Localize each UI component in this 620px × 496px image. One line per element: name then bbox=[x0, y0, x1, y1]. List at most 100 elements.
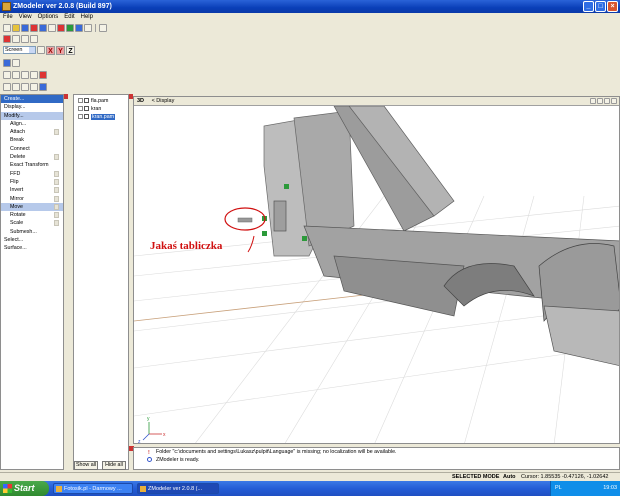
command-item[interactable]: Create... bbox=[1, 95, 63, 104]
close-button[interactable]: × bbox=[607, 1, 618, 12]
move-tool-icon[interactable] bbox=[12, 35, 20, 43]
task-zmodeler[interactable]: ZModeler ver 2.0.8 (... bbox=[137, 483, 219, 494]
select-polygon-icon[interactable] bbox=[12, 71, 20, 79]
command-item[interactable]: Surface... bbox=[1, 244, 63, 252]
expand-icon[interactable] bbox=[78, 106, 83, 112]
command-item[interactable]: Connect bbox=[1, 145, 63, 153]
rotate-tool-icon[interactable] bbox=[21, 35, 29, 43]
console-message: ZModeler is ready. bbox=[156, 457, 200, 463]
submenu-arrow-icon[interactable] bbox=[54, 178, 59, 185]
command-item[interactable]: Scale bbox=[1, 219, 63, 227]
task-label: Fotosik.pl - Darmowy ... bbox=[64, 486, 122, 492]
command-item[interactable]: Invert bbox=[1, 186, 63, 194]
select-tool-icon[interactable] bbox=[3, 35, 11, 43]
axis-z-toggle[interactable]: Z bbox=[66, 45, 75, 55]
link-icon[interactable] bbox=[30, 83, 38, 91]
transform-mode-icon[interactable] bbox=[39, 83, 47, 91]
axis-x-toggle[interactable]: X bbox=[46, 45, 55, 55]
shading-dropdown-icon[interactable] bbox=[12, 59, 20, 67]
language-indicator[interactable]: PL bbox=[555, 481, 562, 496]
expand-icon[interactable] bbox=[78, 114, 83, 120]
maximize-viewport-icon[interactable] bbox=[611, 98, 617, 104]
viewport-mode[interactable]: < Display bbox=[146, 98, 175, 104]
command-item[interactable]: Break bbox=[1, 136, 63, 144]
system-tray: PL 19:03 bbox=[550, 481, 620, 496]
command-item[interactable]: Modify... bbox=[1, 111, 63, 120]
submenu-arrow-icon[interactable] bbox=[54, 220, 59, 227]
command-item[interactable]: FFD bbox=[1, 170, 63, 178]
expand-icon[interactable] bbox=[78, 98, 83, 104]
menu-file[interactable]: File bbox=[3, 13, 13, 22]
command-item[interactable]: Delete bbox=[1, 153, 63, 161]
submenu-arrow-icon[interactable] bbox=[54, 212, 59, 219]
maximize-button[interactable]: □ bbox=[595, 1, 606, 12]
material-icon[interactable] bbox=[66, 24, 74, 32]
pivot-icon[interactable] bbox=[12, 83, 20, 91]
annotation-text: Jakaś tabliczka bbox=[150, 240, 223, 252]
command-item[interactable]: Align... bbox=[1, 120, 63, 128]
record-icon[interactable] bbox=[57, 24, 65, 32]
submenu-arrow-icon[interactable] bbox=[54, 187, 59, 194]
texture-icon[interactable] bbox=[75, 24, 83, 32]
export-icon[interactable] bbox=[48, 24, 56, 32]
snap-toolbar bbox=[0, 82, 47, 92]
task-fotosik[interactable]: Fotosik.pl - Darmowy ... bbox=[53, 483, 133, 494]
clock[interactable]: 19:03 bbox=[603, 485, 617, 491]
undo-icon[interactable] bbox=[99, 24, 107, 32]
pan-icon[interactable] bbox=[604, 98, 610, 104]
lock-icon[interactable] bbox=[21, 83, 29, 91]
command-item[interactable]: Attach bbox=[1, 128, 63, 136]
select-vertex-icon[interactable] bbox=[3, 71, 11, 79]
zoom-extents-icon[interactable] bbox=[597, 98, 603, 104]
scale-tool-icon[interactable] bbox=[30, 35, 38, 43]
command-label: Attach bbox=[10, 129, 26, 136]
axis-y-toggle[interactable]: Y bbox=[56, 45, 65, 55]
visibility-checkbox[interactable] bbox=[84, 114, 89, 120]
zoom-icon[interactable] bbox=[590, 98, 596, 104]
minimize-button[interactable]: _ bbox=[583, 1, 594, 12]
close-file-icon[interactable] bbox=[30, 24, 38, 32]
shading-icon[interactable] bbox=[3, 59, 11, 67]
camera-icon[interactable] bbox=[37, 46, 45, 54]
select-all-icon[interactable] bbox=[39, 71, 47, 79]
edit-toolbar bbox=[0, 34, 38, 44]
submenu-arrow-icon[interactable] bbox=[54, 170, 59, 177]
info-icon bbox=[147, 457, 152, 462]
snap-icon[interactable] bbox=[3, 83, 11, 91]
submenu-arrow-icon[interactable] bbox=[54, 129, 59, 136]
command-item[interactable]: Rotate bbox=[1, 211, 63, 219]
menu-edit[interactable]: Edit bbox=[64, 13, 74, 22]
submenu-arrow-icon[interactable] bbox=[54, 154, 59, 161]
command-item[interactable]: Flip bbox=[1, 178, 63, 186]
visibility-checkbox[interactable] bbox=[84, 106, 89, 112]
view-mode-select[interactable]: Screen bbox=[3, 46, 36, 54]
hierarchy-item[interactable]: kran bbox=[74, 105, 128, 113]
show-all-button[interactable]: Show all bbox=[74, 461, 98, 470]
command-item[interactable]: Mirror bbox=[1, 195, 63, 203]
hierarchy-item[interactable]: fla.pam bbox=[74, 97, 128, 105]
viewport-3d[interactable]: 3D < Display Jakaś tabliczka x y z bbox=[133, 96, 620, 444]
command-item[interactable]: Exact Transform bbox=[1, 161, 63, 169]
select-group-icon[interactable] bbox=[30, 71, 38, 79]
options-icon[interactable] bbox=[84, 24, 92, 32]
open-file-icon[interactable] bbox=[12, 24, 20, 32]
hide-all-button[interactable]: Hide all bbox=[102, 461, 126, 470]
command-item[interactable]: Submesh... bbox=[1, 228, 63, 236]
command-item[interactable]: Select... bbox=[1, 236, 63, 244]
hierarchy-item[interactable]: kran.pam bbox=[74, 113, 128, 121]
menu-options[interactable]: Options bbox=[38, 13, 59, 22]
visibility-checkbox[interactable] bbox=[84, 98, 89, 104]
start-button[interactable]: Start bbox=[0, 481, 49, 496]
submenu-arrow-icon[interactable] bbox=[54, 203, 59, 210]
select-object-icon[interactable] bbox=[21, 71, 29, 79]
command-item[interactable]: Display... bbox=[1, 103, 63, 111]
command-label: Mirror bbox=[10, 195, 24, 202]
command-item[interactable]: Move bbox=[1, 202, 63, 212]
command-label: Break bbox=[10, 137, 24, 144]
menu-help[interactable]: Help bbox=[81, 13, 93, 22]
save-icon[interactable] bbox=[21, 24, 29, 32]
menu-view[interactable]: View bbox=[19, 13, 32, 22]
submenu-arrow-icon[interactable] bbox=[54, 195, 59, 202]
import-icon[interactable] bbox=[39, 24, 47, 32]
new-file-icon[interactable] bbox=[3, 24, 11, 32]
